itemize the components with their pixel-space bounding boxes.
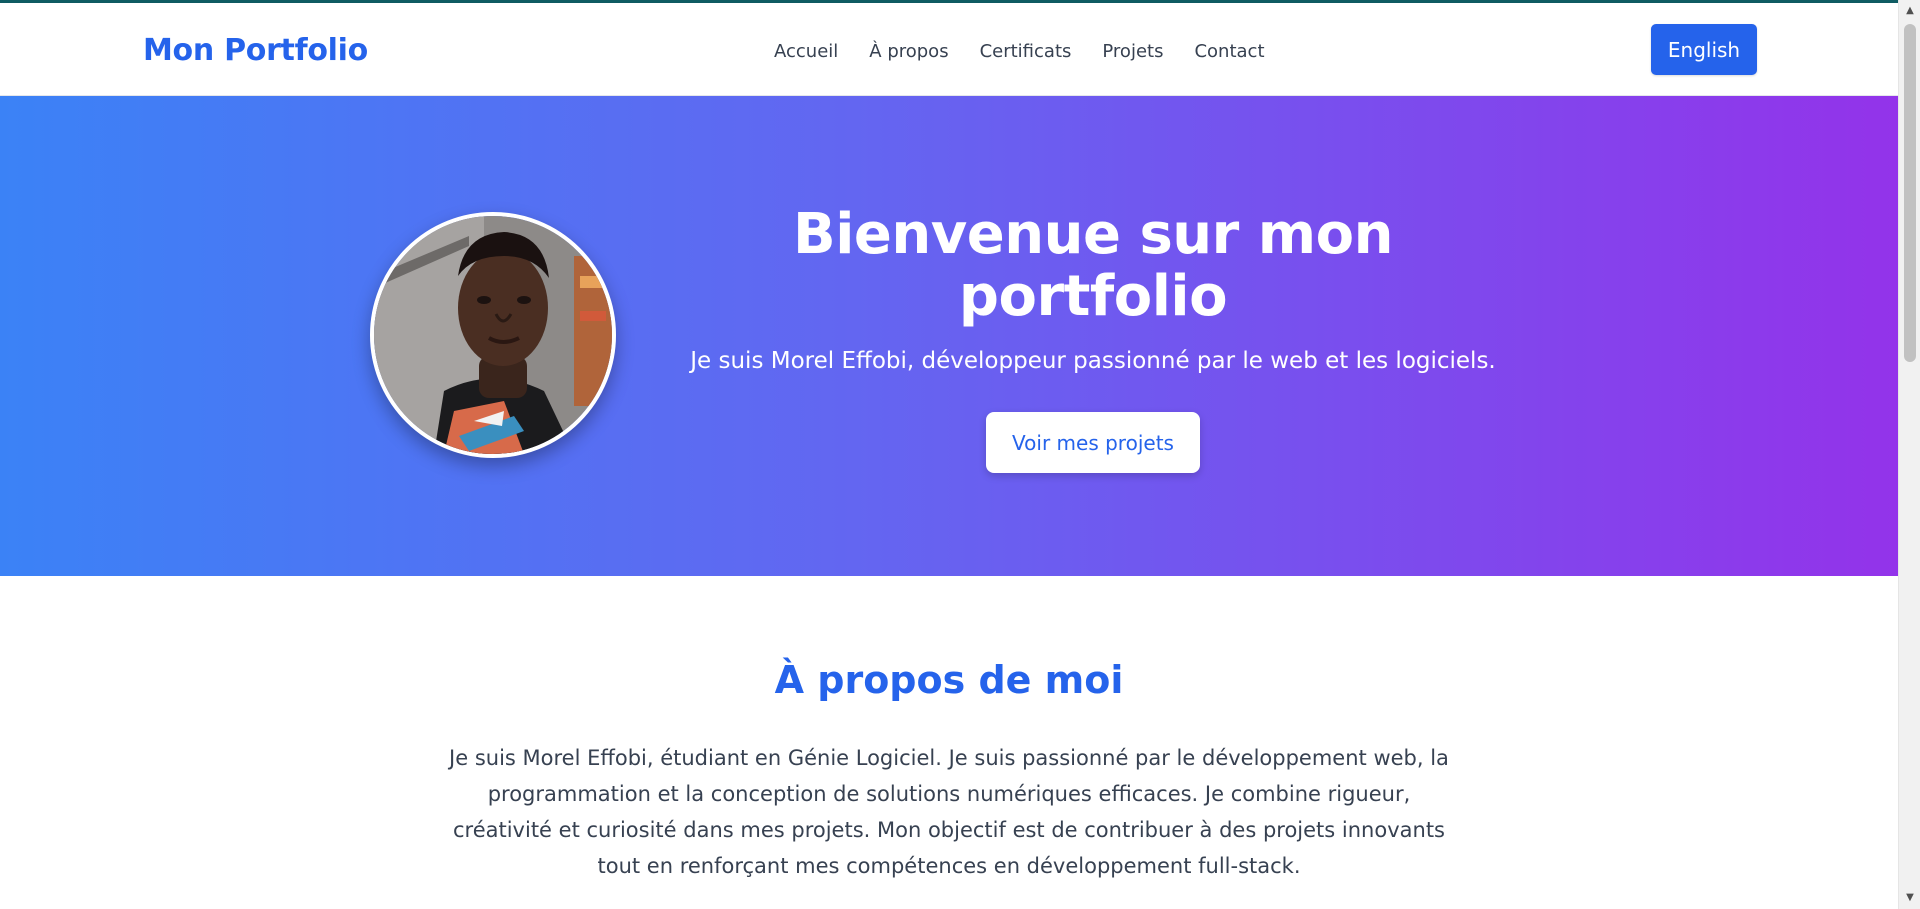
nav-item-accueil[interactable]: Accueil bbox=[774, 41, 838, 62]
hero-section: Bienvenue sur mon portfolio Je suis More… bbox=[0, 96, 1898, 576]
nav-item-projets[interactable]: Projets bbox=[1102, 41, 1163, 62]
view-projects-button[interactable]: Voir mes projets bbox=[986, 412, 1200, 473]
about-title: À propos de moi bbox=[774, 658, 1124, 702]
scroll-up-arrow-icon[interactable]: ▲ bbox=[1899, 2, 1920, 20]
nav-item-contact[interactable]: Contact bbox=[1194, 41, 1264, 62]
nav-item-certificats[interactable]: Certificats bbox=[980, 41, 1072, 62]
language-toggle-button[interactable]: English bbox=[1651, 24, 1757, 75]
brand-logo[interactable]: Mon Portfolio bbox=[143, 33, 368, 68]
hero-subtitle: Je suis Morel Effobi, développeur passio… bbox=[690, 348, 1496, 374]
hero-title: Bienvenue sur mon portfolio bbox=[793, 202, 1393, 329]
site-header: Mon Portfolio Accueil À propos Certifica… bbox=[0, 3, 1898, 96]
scroll-thumb[interactable] bbox=[1904, 24, 1916, 362]
nav-item-a-propos[interactable]: À propos bbox=[869, 41, 948, 62]
vertical-scrollbar[interactable]: ▲ ▼ bbox=[1898, 0, 1920, 909]
scroll-down-arrow-icon[interactable]: ▼ bbox=[1899, 889, 1920, 907]
about-text: Je suis Morel Effobi, étudiant en Génie … bbox=[449, 746, 1449, 878]
main-nav: Accueil À propos Certificats Projets Con… bbox=[774, 41, 1296, 62]
profile-photo bbox=[370, 212, 616, 458]
profile-photo-illustration bbox=[374, 216, 612, 454]
